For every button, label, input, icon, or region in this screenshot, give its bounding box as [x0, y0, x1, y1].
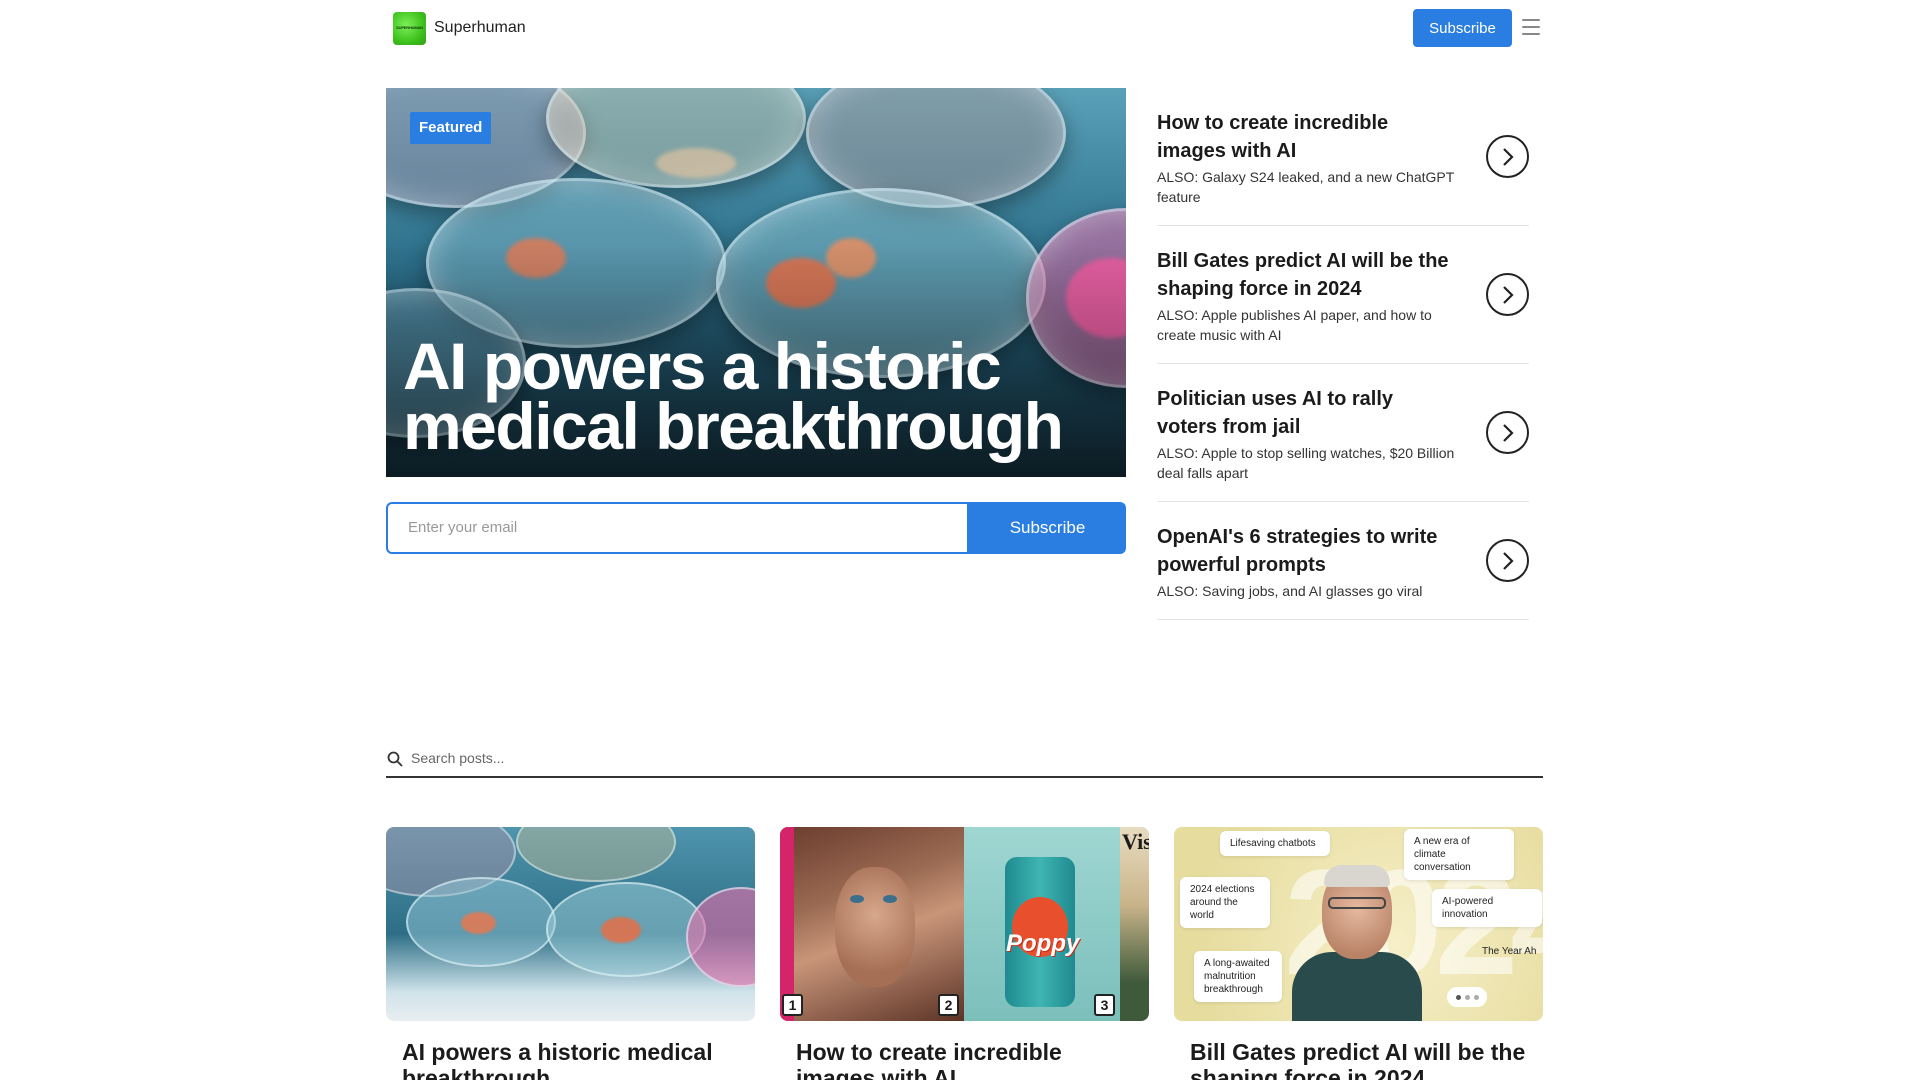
- edge-text: Vis: [1122, 829, 1149, 854]
- site-logo[interactable]: SUPERHUMAN: [393, 12, 426, 45]
- brand-name[interactable]: Superhuman: [434, 19, 526, 37]
- hero-title[interactable]: AI powers a historic medical breakthroug…: [403, 333, 1123, 459]
- list-item-subtitle: ALSO: Saving jobs, and AI glasses go vir…: [1157, 583, 1423, 599]
- carousel-dots[interactable]: [1447, 987, 1487, 1007]
- list-item-title[interactable]: Politician uses AI to rally voters from …: [1157, 385, 1457, 441]
- featured-hero[interactable]: Featured AI powers a historic medical br…: [386, 88, 1126, 477]
- header-subscribe-button[interactable]: Subscribe: [1413, 9, 1512, 47]
- logo-text: SUPERHUMAN: [396, 25, 423, 30]
- list-item[interactable]: Politician uses AI to rally voters from …: [1157, 364, 1529, 502]
- post-card[interactable]: 2024 Lifesaving chatbots A new era of cl…: [1174, 827, 1543, 1080]
- post-card-title[interactable]: Bill Gates predict AI will be the shapin…: [1190, 1039, 1527, 1080]
- post-thumbnail[interactable]: [386, 827, 755, 1021]
- latest-posts-list: How to create incredible images with AI …: [1157, 88, 1529, 620]
- search-bar[interactable]: Search posts...: [386, 745, 1543, 778]
- email-subscribe-form: Enter your email Subscribe: [386, 502, 1126, 554]
- topic-note: A long-awaited malnutrition breakthrough: [1194, 951, 1282, 1002]
- form-subscribe-button[interactable]: Subscribe: [969, 502, 1126, 554]
- list-item-subtitle: ALSO: Apple publishes AI paper, and how …: [1157, 307, 1432, 343]
- list-item-title[interactable]: OpenAI's 6 strategies to write powerful …: [1157, 523, 1457, 579]
- image-number-badge: 1: [782, 994, 803, 1016]
- list-item-subtitle: ALSO: Galaxy S24 leaked, and a new ChatG…: [1157, 169, 1455, 205]
- image-number-badge: 2: [938, 994, 959, 1016]
- list-item-title[interactable]: Bill Gates predict AI will be the shapin…: [1157, 247, 1457, 303]
- site-header: SUPERHUMAN Superhuman Subscribe: [0, 0, 1920, 56]
- list-item-title[interactable]: How to create incredible images with AI: [1157, 109, 1457, 165]
- topic-note: 2024 elections around the world: [1180, 877, 1270, 928]
- list-item-subtitle: ALSO: Apple to stop selling watches, $20…: [1157, 445, 1455, 481]
- topic-note: Lifesaving chatbots: [1220, 831, 1330, 856]
- image-number-badge: 3: [1094, 994, 1115, 1016]
- post-thumbnail[interactable]: 2024 Lifesaving chatbots A new era of cl…: [1174, 827, 1543, 1021]
- email-input[interactable]: Enter your email: [386, 502, 969, 554]
- chevron-right-icon[interactable]: [1486, 411, 1529, 454]
- topic-note: The Year Ah: [1482, 946, 1537, 957]
- post-card-title[interactable]: AI powers a historic medical breakthroug…: [402, 1039, 739, 1080]
- chevron-right-icon[interactable]: [1486, 135, 1529, 178]
- post-card-title[interactable]: How to create incredible images with AI: [796, 1039, 1133, 1080]
- featured-badge: Featured: [410, 112, 492, 144]
- can-label: Poppy: [1006, 930, 1080, 957]
- topic-note: AI-powered innovation: [1432, 889, 1542, 927]
- search-icon: [387, 751, 403, 767]
- post-card[interactable]: Poppy Vis 1 2 3 How to create incredible…: [780, 827, 1149, 1080]
- list-item[interactable]: How to create incredible images with AI …: [1157, 88, 1529, 226]
- topic-note: A new era of climate conversation: [1404, 829, 1514, 880]
- list-item[interactable]: Bill Gates predict AI will be the shapin…: [1157, 226, 1529, 364]
- list-item[interactable]: OpenAI's 6 strategies to write powerful …: [1157, 502, 1529, 620]
- post-thumbnail[interactable]: Poppy Vis 1 2 3: [780, 827, 1149, 1021]
- chevron-right-icon[interactable]: [1486, 539, 1529, 582]
- search-input[interactable]: Search posts...: [411, 750, 504, 766]
- hamburger-menu-icon[interactable]: [1522, 19, 1540, 35]
- post-card[interactable]: AI powers a historic medical breakthroug…: [386, 827, 755, 1080]
- chevron-right-icon[interactable]: [1486, 273, 1529, 316]
